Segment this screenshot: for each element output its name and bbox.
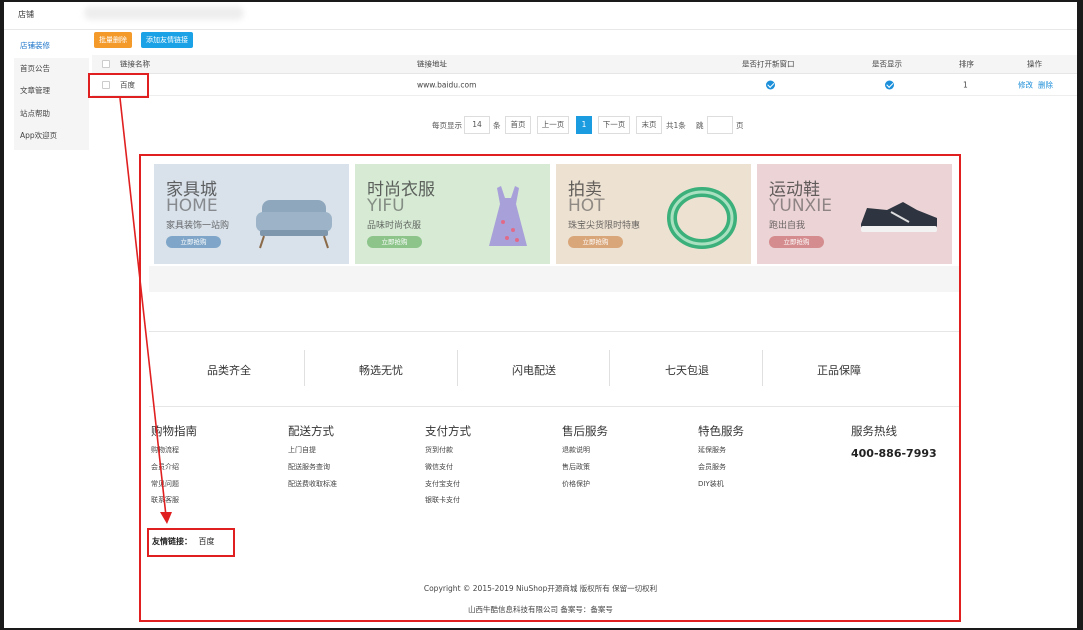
edit-link[interactable]: 修改 xyxy=(1018,79,1033,90)
column-header-url: 链接地址 xyxy=(417,59,447,69)
jump-page-input[interactable] xyxy=(707,116,733,134)
batch-delete-button[interactable]: 批量删除 xyxy=(94,32,132,48)
column-header-sort: 排序 xyxy=(959,59,974,69)
link-url-cell: www.baidu.com xyxy=(417,80,477,89)
column-header-new-window: 是否打开新窗口 xyxy=(742,59,795,69)
jump-label: 跳 xyxy=(696,121,704,130)
table-header: 链接名称 链接地址 是否打开新窗口 是否显示 排序 操作 xyxy=(92,55,1077,74)
delete-link[interactable]: 删除 xyxy=(1038,79,1053,90)
last-page-button[interactable]: 末页 xyxy=(636,116,662,134)
current-page-button[interactable]: 1 xyxy=(576,116,592,134)
sidebar-item-article-management[interactable]: 文章管理 xyxy=(14,80,89,103)
select-all-checkbox[interactable] xyxy=(102,60,110,68)
prev-page-button[interactable]: 上一页 xyxy=(537,116,569,134)
per-page-unit: 条 xyxy=(493,121,501,130)
sidebar-item-app-welcome[interactable]: App欢迎页 xyxy=(14,125,89,148)
per-page-input[interactable]: 14 xyxy=(464,116,490,134)
sort-cell: 1 xyxy=(963,80,968,89)
total-count: 共1条 xyxy=(666,121,686,130)
new-window-check-icon xyxy=(766,80,775,89)
column-header-display: 是否显示 xyxy=(872,59,902,69)
display-check-icon xyxy=(885,80,894,89)
page-tab-title: 店铺 xyxy=(18,10,34,19)
blurred-region xyxy=(84,6,244,20)
sidebar-item-home-notice[interactable]: 首页公告 xyxy=(14,58,89,81)
annotation-highlight-row xyxy=(88,73,149,98)
per-page-label: 每页显示 xyxy=(432,121,462,130)
annotation-highlight-preview xyxy=(139,154,961,622)
column-header-name: 链接名称 xyxy=(120,59,150,69)
sidebar-item-site-help[interactable]: 站点帮助 xyxy=(14,103,89,126)
add-friend-link-button[interactable]: 添加友情链接 xyxy=(141,32,193,48)
sidebar-item-shop-decoration[interactable]: 店铺装修 xyxy=(14,35,89,58)
table-row: 百度 www.baidu.com 1 修改 删除 xyxy=(92,74,1077,96)
next-page-button[interactable]: 下一页 xyxy=(598,116,630,134)
sidebar: 店铺装修 首页公告 文章管理 站点帮助 App欢迎页 xyxy=(14,35,89,150)
first-page-button[interactable]: 首页 xyxy=(505,116,531,134)
page-unit: 页 xyxy=(736,121,744,130)
column-header-action: 操作 xyxy=(1027,59,1042,69)
divider xyxy=(4,29,1077,30)
screenshot-canvas: 店铺 店铺装修 首页公告 文章管理 站点帮助 App欢迎页 批量删除 添加友情链… xyxy=(4,2,1077,628)
